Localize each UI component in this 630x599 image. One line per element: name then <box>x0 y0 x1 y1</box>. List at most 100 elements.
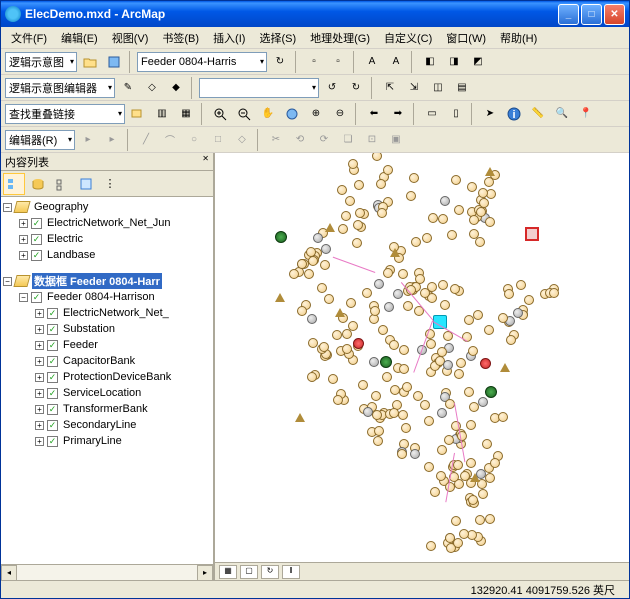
ed-a-icon[interactable]: ▸ <box>77 129 99 151</box>
ed-l-icon[interactable]: ⊡ <box>361 129 383 151</box>
toc-list-by-drawing-icon[interactable] <box>3 173 25 195</box>
menu-view[interactable]: 视图(V) <box>106 28 155 48</box>
goto-icon[interactable]: 📍 <box>575 103 597 125</box>
editor-dropdown[interactable]: 编辑器(R) <box>5 130 75 150</box>
ed-f-icon[interactable]: □ <box>207 129 229 151</box>
tree-substation[interactable]: + ✓ Substation <box>1 321 213 337</box>
checkbox-icon[interactable]: ✓ <box>47 420 58 431</box>
expand-icon[interactable]: + <box>35 309 44 318</box>
expand-icon[interactable]: + <box>35 325 44 334</box>
expand-icon[interactable]: + <box>35 405 44 414</box>
pointer-icon[interactable]: ➤ <box>479 103 501 125</box>
pause-draw-icon[interactable]: ‖ <box>282 565 300 579</box>
edit-b-icon[interactable]: ◇ <box>141 77 163 99</box>
tree-elecnet2[interactable]: + ✓ ElectricNetwork_Net_ <box>1 305 213 321</box>
menu-insert[interactable]: 插入(I) <box>207 28 251 48</box>
scroll-right-icon[interactable]: ▸ <box>197 565 213 581</box>
checkbox-icon[interactable]: ✓ <box>47 308 58 319</box>
checkbox-icon[interactable]: ✓ <box>47 404 58 415</box>
checkbox-icon[interactable]: ✓ <box>31 234 42 245</box>
toc-list-by-visibility-icon[interactable] <box>51 173 73 195</box>
ed-k-icon[interactable]: ❏ <box>337 129 359 151</box>
edit-h-icon[interactable]: ◫ <box>427 77 449 99</box>
titlebar[interactable]: ElecDemo.mxd - ArcMap _ □ ✕ <box>1 1 629 27</box>
expand-icon[interactable]: + <box>35 373 44 382</box>
toc-options-icon[interactable]: ⋮ <box>99 173 121 195</box>
full-extent-icon[interactable] <box>281 103 303 125</box>
edit-combo[interactable] <box>199 78 319 98</box>
feeder-dropdown[interactable]: Feeder 0804-Harris <box>137 52 267 72</box>
ed-b-icon[interactable]: ▸ <box>101 129 123 151</box>
ed-h-icon[interactable]: ✂ <box>265 129 287 151</box>
tree-service[interactable]: + ✓ ServiceLocation <box>1 385 213 401</box>
tool-c-icon[interactable]: A <box>361 51 383 73</box>
menu-window[interactable]: 窗口(W) <box>440 28 492 48</box>
tree-geography[interactable]: − Geography <box>1 199 213 215</box>
find-icon[interactable]: 🔍 <box>551 103 573 125</box>
toc-tree[interactable]: − Geography + ✓ ElectricNetwork_Net_Jun … <box>1 197 213 564</box>
toc-scroll-h[interactable]: ◂ ▸ <box>1 564 213 580</box>
ed-c-icon[interactable]: ╱ <box>135 129 157 151</box>
ed-e-icon[interactable]: ○ <box>183 129 205 151</box>
layer-c-icon[interactable]: ▦ <box>175 103 197 125</box>
expand-icon[interactable]: + <box>19 219 28 228</box>
next-extent-icon[interactable]: ➡ <box>387 103 409 125</box>
toc-list-by-selection-icon[interactable] <box>75 173 97 195</box>
identify-icon[interactable]: i <box>503 103 525 125</box>
tree-feeder-group[interactable]: − ✓ Feeder 0804-Harrison <box>1 289 213 305</box>
tree-feeder[interactable]: + ✓ Feeder <box>1 337 213 353</box>
checkbox-icon[interactable]: ✓ <box>47 372 58 383</box>
layout-view-tab[interactable]: ▢ <box>240 565 258 579</box>
checkbox-icon[interactable]: ✓ <box>47 356 58 367</box>
data-view-tab[interactable]: ▦ <box>219 565 237 579</box>
map-canvas[interactable] <box>215 153 629 562</box>
menu-file[interactable]: 文件(F) <box>5 28 53 48</box>
layer-b-icon[interactable]: ▥ <box>151 103 173 125</box>
ed-j-icon[interactable]: ⟳ <box>313 129 335 151</box>
clear-select-icon[interactable]: ▯ <box>445 103 467 125</box>
expand-icon[interactable]: + <box>35 357 44 366</box>
close-button[interactable]: ✕ <box>604 4 625 25</box>
wizard-icon[interactable] <box>103 51 125 73</box>
scroll-left-icon[interactable]: ◂ <box>1 565 17 581</box>
tree-elecnet[interactable]: + ✓ ElectricNetwork_Net_Jun <box>1 215 213 231</box>
collapse-icon[interactable]: − <box>3 203 12 212</box>
tree-primary[interactable]: + ✓ PrimaryLine <box>1 433 213 449</box>
expand-icon[interactable]: + <box>35 421 44 430</box>
tree-electric[interactable]: + ✓ Electric <box>1 231 213 247</box>
open-icon[interactable] <box>79 51 101 73</box>
collapse-icon[interactable]: − <box>19 293 28 302</box>
ed-d-icon[interactable]: ⌒ <box>159 129 181 151</box>
edit-g-icon[interactable]: ⇲ <box>403 77 425 99</box>
select-icon[interactable]: ▭ <box>421 103 443 125</box>
edit-i-icon[interactable]: ▤ <box>451 77 473 99</box>
checkbox-icon[interactable]: ✓ <box>31 292 42 303</box>
checkbox-icon[interactable]: ✓ <box>31 218 42 229</box>
expand-icon[interactable]: + <box>19 235 28 244</box>
edit-c-icon[interactable]: ◆ <box>165 77 187 99</box>
edit-a-icon[interactable]: ✎ <box>117 77 139 99</box>
menu-custom[interactable]: 自定义(C) <box>378 28 438 48</box>
menu-edit[interactable]: 编辑(E) <box>55 28 104 48</box>
toc-list-by-source-icon[interactable] <box>27 173 49 195</box>
pan-icon[interactable]: ✋ <box>257 103 279 125</box>
zoom-layer-icon[interactable] <box>127 103 149 125</box>
prev-extent-icon[interactable]: ⬅ <box>363 103 385 125</box>
refresh-icon[interactable]: ↻ <box>269 51 291 73</box>
minimize-button[interactable]: _ <box>558 4 579 25</box>
collapse-icon[interactable]: − <box>3 277 12 286</box>
refresh-view-icon[interactable]: ↻ <box>261 565 279 579</box>
zoom-out-icon[interactable] <box>233 103 255 125</box>
expand-icon[interactable]: + <box>35 389 44 398</box>
ed-i-icon[interactable]: ⟲ <box>289 129 311 151</box>
expand-icon[interactable]: + <box>19 251 28 260</box>
search-dropdown[interactable]: 查找重叠链接 <box>5 104 125 124</box>
tool-f-icon[interactable]: ◨ <box>443 51 465 73</box>
checkbox-icon[interactable]: ✓ <box>31 250 42 261</box>
edit-e-icon[interactable]: ↻ <box>345 77 367 99</box>
zoom-in-icon[interactable] <box>209 103 231 125</box>
tool-b-icon[interactable]: ▫ <box>327 51 349 73</box>
checkbox-icon[interactable]: ✓ <box>47 324 58 335</box>
expand-icon[interactable]: + <box>35 341 44 350</box>
ed-m-icon[interactable]: ▣ <box>385 129 407 151</box>
